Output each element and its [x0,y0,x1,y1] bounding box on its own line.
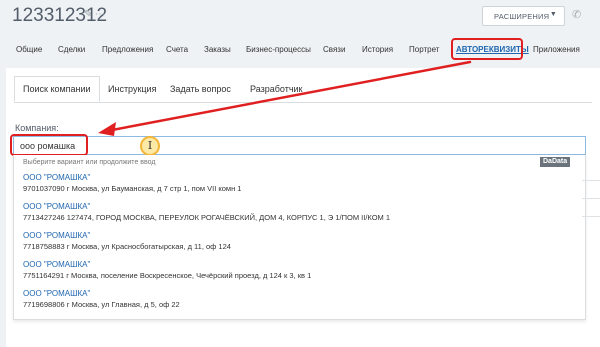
page-title: 123312312 [12,5,108,26]
tab-offers[interactable]: Предложения [102,45,153,54]
suggestion-item[interactable]: ООО "РОМАШКА" 9701037090 г Москва, ул Ба… [23,172,583,194]
tab-apps[interactable]: Приложения [533,45,580,54]
top-bar: 123312312 ✎ ⋯ РАСШИРЕНИЯ ▼ ✆ [0,0,600,36]
subtab-company-search[interactable]: Поиск компании [14,76,100,102]
provider-badge: DaData [540,157,571,167]
suggestion-name: ООО "РОМАШКА" [23,260,91,269]
phone-icon[interactable]: ✆ [572,8,581,21]
tab-portrait[interactable]: Портрет [409,45,439,54]
content-panel: Поиск компании Инструкция Задать вопрос … [6,68,600,347]
text-cursor-icon: I [140,136,160,156]
divider [582,198,600,199]
tab-history[interactable]: История [362,45,393,54]
suggestion-address: 7718758883 г Москва, ул Красносбогатырск… [23,242,231,251]
suggestion-name: ООО "РОМАШКА" [23,173,91,182]
suggestion-item[interactable]: ООО "РОМАШКА" 7718758883 г Москва, ул Кр… [23,230,583,252]
tab-business-processes[interactable]: Бизнес-процессы [246,45,311,54]
extensions-button[interactable]: РАСШИРЕНИЯ ▼ [482,6,565,26]
company-label: Компания: [15,123,59,133]
divider [582,216,600,217]
dots-icon[interactable]: ⋯ [95,9,105,20]
divider [582,180,600,181]
tab-links[interactable]: Связи [323,45,345,54]
tab-invoices[interactable]: Счета [166,45,188,54]
tab-deals[interactable]: Сделки [58,45,85,54]
tab-general[interactable]: Общие [16,45,42,54]
extensions-label: РАСШИРЕНИЯ [494,11,550,21]
suggestion-name: ООО "РОМАШКА" [23,289,91,298]
suggestion-item[interactable]: ООО "РОМАШКА" 7713427246 127474, ГОРОД М… [23,201,583,223]
company-search-input[interactable] [13,136,586,155]
tab-orders[interactable]: Заказы [204,45,231,54]
suggestion-address: 7719698806 г Москва, ул Главная, д 5, оф… [23,300,180,309]
dropdown-hint: Выберите вариант или продолжите ввод [23,159,156,166]
chevron-down-icon: ▼ [549,11,557,18]
subtab-ask-question[interactable]: Задать вопрос [162,76,239,102]
suggestion-address: 7713427246 127474, ГОРОД МОСКВА, ПЕРЕУЛО… [23,213,391,222]
suggestion-name: ООО "РОМАШКА" [23,202,91,211]
subtab-instruction[interactable]: Инструкция [100,76,164,102]
subtab-developer[interactable]: Разработчик [242,76,310,102]
pencil-icon[interactable]: ✎ [84,9,92,20]
divider [14,102,592,103]
suggestion-name: ООО "РОМАШКА" [23,231,91,240]
suggestion-address: 9701037090 г Москва, ул Бауманская, д 7 … [23,184,242,193]
suggestion-item[interactable]: ООО "РОМАШКА" 7719698806 г Москва, ул Гл… [23,288,583,310]
suggestions-dropdown: Выберите вариант или продолжите ввод DaD… [13,155,586,320]
suggestion-address: 7751164291 г Москва, поселение Воскресен… [23,271,312,280]
annotation-box-tab [451,38,523,60]
suggestion-item[interactable]: ООО "РОМАШКА" 7751164291 г Москва, посел… [23,259,583,281]
annotation-box-input [10,134,88,156]
